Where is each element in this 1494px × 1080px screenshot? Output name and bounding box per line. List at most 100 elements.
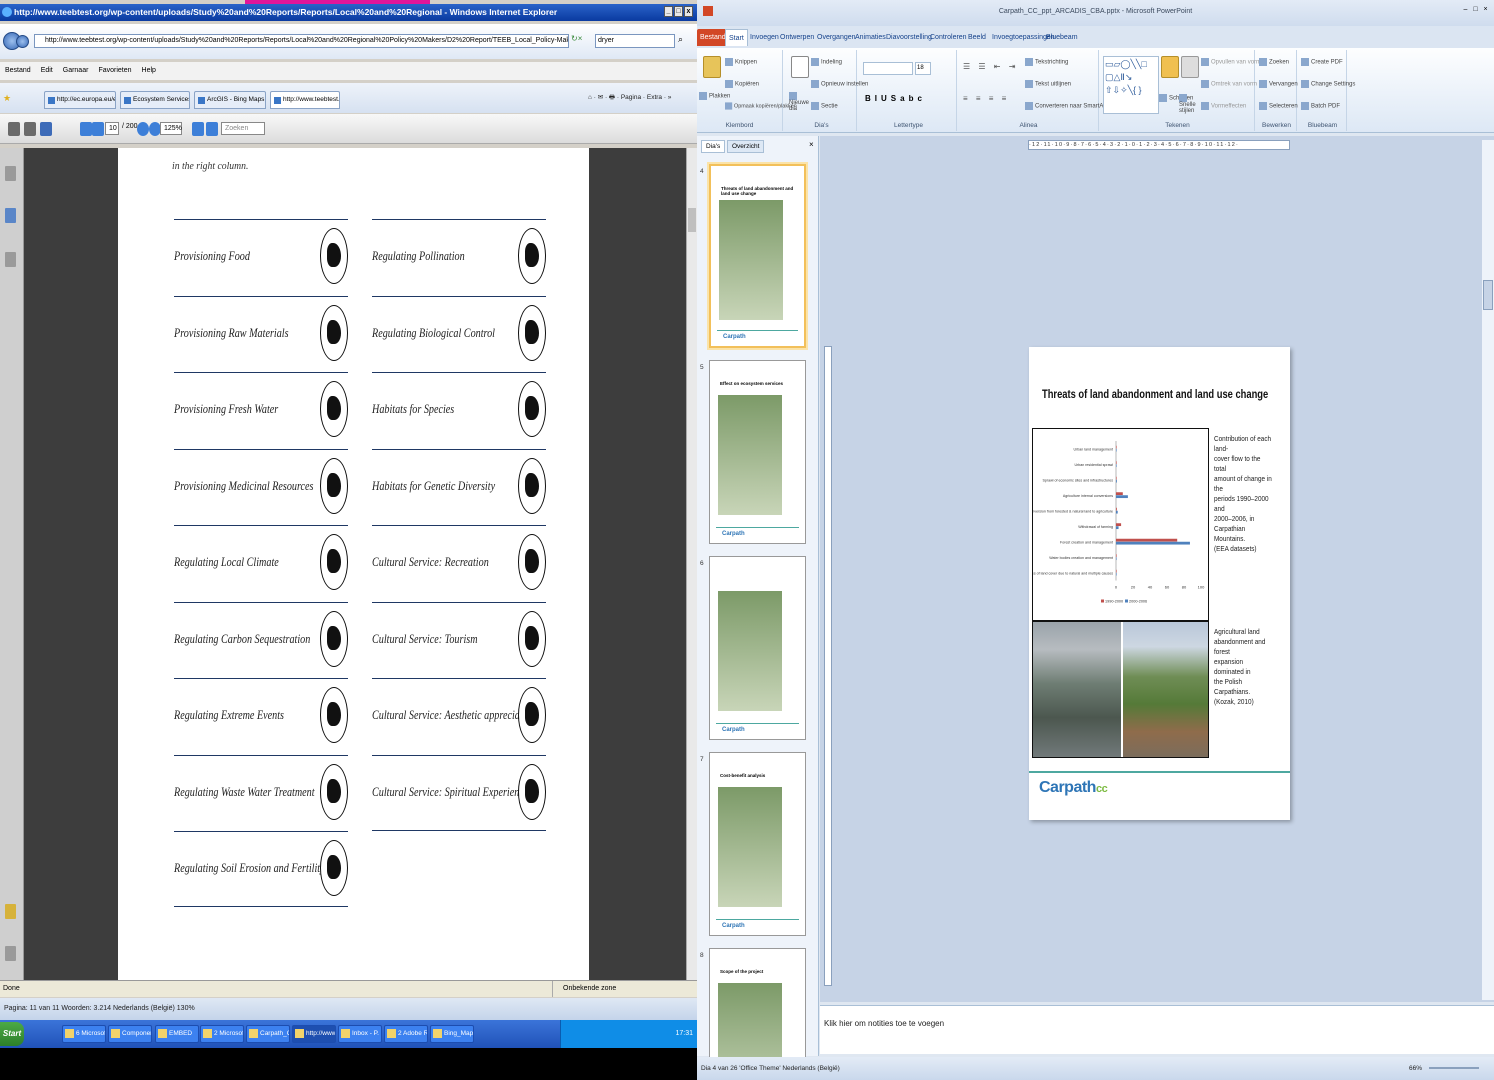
url-field[interactable]: http://www.teebtest.org/wp-content/uploa… [34, 34, 569, 48]
print-icon[interactable] [8, 122, 20, 136]
tab-arcgis[interactable]: ArcGIS - Bing Maps Aerial, H... [194, 91, 266, 109]
font-style-buttons[interactable]: BIUSabc [865, 94, 926, 103]
font-size-select[interactable]: 18 [915, 62, 931, 75]
search-icon[interactable]: ⌕ [678, 34, 683, 45]
fit-width-icon[interactable] [206, 122, 218, 136]
forward-button[interactable] [16, 35, 29, 48]
shape-effects-button[interactable]: Vormeffecten [1201, 102, 1246, 110]
taskbar-item[interactable]: http://www.... [292, 1025, 336, 1043]
smartart-button[interactable]: Converteren naar SmartArt [1025, 102, 1107, 110]
new-slide-icon[interactable] [791, 56, 809, 78]
find-button[interactable]: Zoeken [1259, 58, 1289, 66]
shape-outline-button[interactable]: Omtrek van vorm [1201, 80, 1257, 88]
list-buttons[interactable]: ☰ ☰ ⇤ ⇥ [963, 62, 1018, 71]
favorites-star-icon[interactable]: ★ [3, 93, 11, 104]
text-direction-button[interactable]: Tekstrichting [1025, 58, 1068, 66]
replace-button[interactable]: Vervangen [1259, 80, 1298, 88]
land-cover-chart[interactable]: Urban land management Urban residential s… [1021, 428, 1209, 621]
bookmarks-icon[interactable] [5, 208, 16, 223]
pp-minimize-button[interactable]: – [1461, 5, 1470, 16]
slide-thumbnail[interactable]: Carpath [709, 556, 806, 740]
menu-help[interactable]: Help [142, 62, 156, 80]
taskbar-item[interactable]: 2 Adobe Re... [384, 1025, 428, 1043]
close-pane-icon[interactable]: × [809, 140, 814, 149]
tab-outline[interactable]: Overzicht [727, 140, 765, 153]
pp-zoom-level[interactable]: 66% [1409, 1057, 1422, 1080]
select-button[interactable]: Selecteren [1259, 102, 1298, 110]
editor-scrollbar[interactable] [1482, 140, 1494, 1000]
taskbar-item[interactable]: 2 Microsoft ... [200, 1025, 244, 1043]
quick-styles-button[interactable]: Snelle stijlen [1179, 94, 1201, 114]
align-buttons[interactable]: ≡ ≡ ≡ ≡ [963, 94, 1009, 103]
pdf-scroll-thumb[interactable] [688, 208, 696, 232]
change-settings-button[interactable]: Change Settings [1301, 80, 1355, 88]
create-pdf-button[interactable]: Create PDF [1301, 58, 1343, 66]
tab-teebtest-active[interactable]: http://www.teebtest.org... [270, 91, 340, 109]
menu-favorites[interactable]: Favorieten [98, 62, 131, 80]
slide-thumbnail[interactable]: Cost-benefit analysis Carpath [709, 752, 806, 936]
batch-pdf-button[interactable]: Batch PDF [1301, 102, 1340, 110]
tab-europa[interactable]: http://ec.europa.eu/environ... [44, 91, 116, 109]
ribbon-tab[interactable]: Start [725, 29, 748, 46]
taskbar-item[interactable]: Carpath_CC_... [246, 1025, 290, 1043]
editor-scroll-thumb[interactable] [1483, 280, 1493, 310]
ribbon-tab[interactable]: Ontwerpen [777, 29, 817, 46]
attachments-icon[interactable] [5, 946, 16, 961]
menu-view[interactable]: Garnaar [63, 62, 89, 80]
zoom-select[interactable]: 125% [160, 122, 182, 135]
align-text-button[interactable]: Tekst uitlijnen [1025, 80, 1071, 88]
restore-button[interactable]: □ [674, 6, 683, 17]
chart-caption[interactable]: Contribution of each land- cover flow to… [1214, 434, 1272, 554]
section-button[interactable]: Sectie [811, 102, 838, 110]
pages-icon[interactable] [5, 166, 16, 181]
refresh-icon[interactable]: ↻× [571, 34, 591, 48]
share-icon[interactable] [40, 122, 52, 136]
tab-slides[interactable]: Dia's [701, 140, 726, 153]
search-input[interactable]: dryer [595, 34, 675, 48]
copy-button[interactable]: Kopiëren [725, 80, 759, 88]
photo-caption[interactable]: Agricultural land abandonment and forest… [1214, 627, 1272, 707]
current-slide[interactable]: Threats of land abandonment and land use… [1021, 347, 1290, 820]
notes-pane[interactable]: Klik hier om notities toe te voegen [820, 1005, 1494, 1054]
ribbon-tab[interactable]: Controleren [927, 29, 970, 46]
new-slide-button[interactable]: Nieuwe dia [789, 92, 811, 112]
slide-thumbnail[interactable]: Threats of land abandonment and land use… [709, 164, 806, 348]
page-up-icon[interactable] [80, 122, 92, 136]
save-icon[interactable] [24, 122, 36, 136]
page-down-icon[interactable] [92, 122, 104, 136]
slide-title[interactable]: Threats of land abandonment and land use… [1042, 387, 1268, 401]
ie-command-bar[interactable]: ⌂ · ✉ · 🖶 · Pagina · Extra · » [588, 93, 671, 104]
pdf-scrollbar[interactable] [686, 148, 697, 980]
paste-button[interactable]: Plakken [699, 92, 730, 100]
ribbon-tab[interactable]: Bluebeam [1043, 29, 1081, 46]
font-name-select[interactable] [863, 62, 913, 75]
minimize-button[interactable]: _ [664, 6, 673, 17]
quick-styles-icon[interactable] [1181, 56, 1199, 78]
taskbar-item[interactable]: Bing_Maps[1]... [430, 1025, 474, 1043]
ribbon-tab[interactable]: Bestand [697, 29, 729, 46]
page-number-input[interactable]: 10 [105, 122, 119, 135]
zoom-slider[interactable] [1429, 1067, 1479, 1069]
zoom-out-icon[interactable] [137, 122, 149, 136]
taskbar-item[interactable]: EMBED [155, 1025, 199, 1043]
tab-teeb[interactable]: Ecosystem Services « TEEB ... [120, 91, 190, 109]
menu-edit[interactable]: Edit [41, 62, 53, 80]
ribbon-tab[interactable]: Beeld [965, 29, 989, 46]
slide-thumbnail[interactable]: Effect on ecosystem services Carpath [709, 360, 806, 544]
layout-button[interactable]: Indeling [811, 58, 842, 66]
cut-button[interactable]: Knippen [725, 58, 757, 66]
taskbar-item[interactable]: 6 Microsoft ... [62, 1025, 106, 1043]
signatures-icon[interactable] [5, 252, 16, 267]
paste-icon[interactable] [703, 56, 721, 78]
find-input[interactable]: Zoeken [221, 122, 265, 135]
start-button[interactable]: Start [0, 1022, 24, 1046]
reset-button[interactable]: Opnieuw instellen [811, 80, 868, 88]
taskbar-item[interactable]: Component n... [108, 1025, 152, 1043]
menu-file[interactable]: Bestand [5, 62, 31, 80]
fit-page-icon[interactable] [192, 122, 204, 136]
taskbar-item[interactable]: Inbox - P. Pet... [338, 1025, 382, 1043]
shape-fill-button[interactable]: Opvullen van vorm [1201, 58, 1261, 66]
format-painter-button[interactable]: Opmaak kopiëren/plakken [725, 102, 797, 109]
close-button[interactable]: x [684, 6, 693, 17]
comments-icon[interactable] [5, 904, 16, 919]
